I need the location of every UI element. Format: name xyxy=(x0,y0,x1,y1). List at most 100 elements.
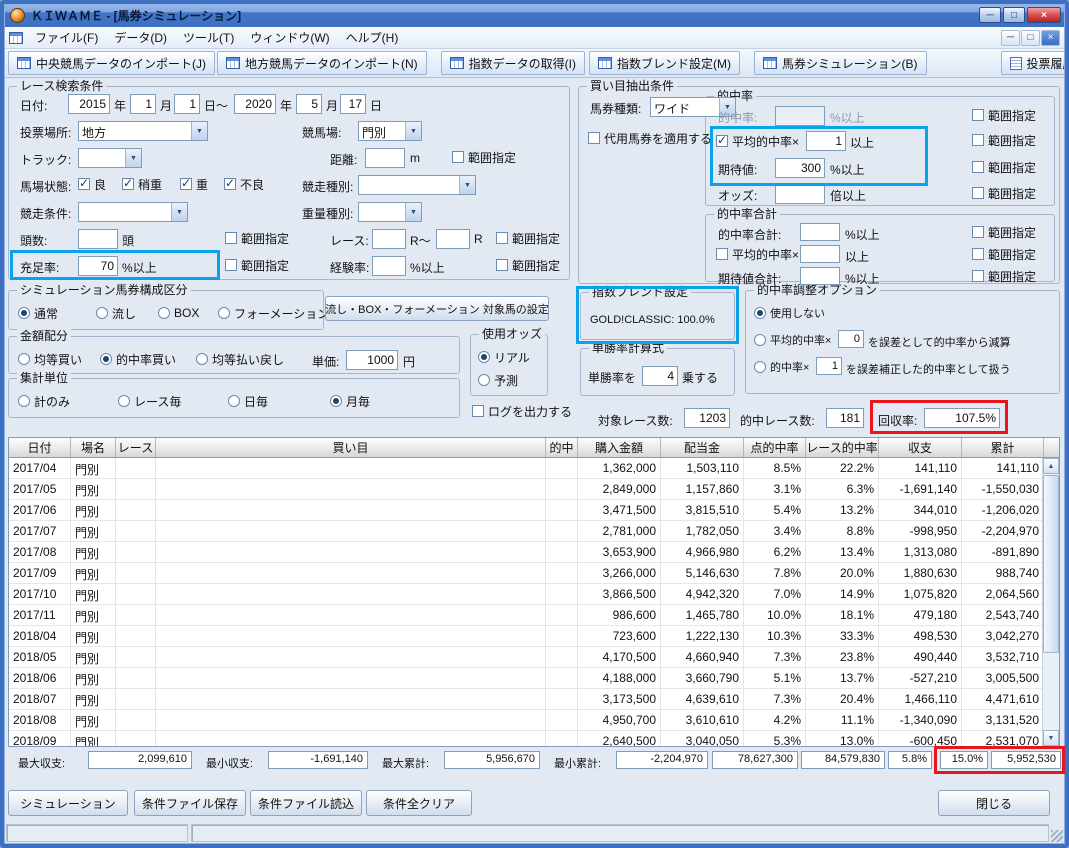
table-row[interactable]: 2018/08 門別 4,950,700 3,610,610 4.2% 11.1% -1,3… xyxy=(9,710,1042,731)
course-select[interactable]: 門別 ▼ xyxy=(358,121,422,141)
range-checkbox[interactable]: 範囲指定 xyxy=(972,160,1036,175)
odds-predict-radio[interactable]: 予測 xyxy=(478,373,518,388)
date-from-month-input[interactable]: 1 xyxy=(130,94,156,114)
save-conditions-button[interactable]: 条件ファイル保存 xyxy=(134,790,246,816)
target-horse-settings-button[interactable]: 流し・BOX・フォーメーション 対象馬の設定 xyxy=(325,296,549,321)
column-header[interactable]: 累計 xyxy=(962,438,1044,457)
clear-conditions-button[interactable]: 条件全クリア xyxy=(366,790,472,816)
adjust-none-radio[interactable]: 使用しない xyxy=(754,306,825,320)
range-checkbox[interactable]: 範囲指定 xyxy=(972,133,1036,148)
close-button[interactable]: × xyxy=(1027,7,1061,23)
menu-window[interactable]: ウィンドウ(W) xyxy=(242,26,337,49)
load-conditions-button[interactable]: 条件ファイル読込 xyxy=(250,790,362,816)
adjust-correct-input[interactable]: 1 xyxy=(816,357,842,375)
unit-price-input[interactable]: 1000 xyxy=(346,350,398,370)
chevron-down-icon[interactable]: ▼ xyxy=(125,149,141,167)
menu-data[interactable]: データ(D) xyxy=(106,26,175,49)
toolbar-get-index-button[interactable]: 指数データの取得(I) xyxy=(440,51,585,75)
hit-total-input[interactable] xyxy=(800,223,840,241)
adjust-correct-radio[interactable]: 的中率× xyxy=(754,360,809,374)
adjust-subtract-radio[interactable]: 平均的中率× xyxy=(754,333,831,347)
menu-file[interactable]: ファイル(F) xyxy=(27,26,106,49)
range-checkbox[interactable]: 範囲指定 xyxy=(972,186,1036,201)
date-from-year-input[interactable]: 2015 xyxy=(68,94,110,114)
range-checkbox[interactable]: 範囲指定 xyxy=(225,231,289,246)
column-header[interactable]: 収支 xyxy=(879,438,962,457)
table-row[interactable]: 2017/05 門別 2,849,000 1,157,860 3.1% 6.3% -1,69… xyxy=(9,479,1042,500)
table-row[interactable]: 2017/08 門別 3,653,900 4,966,980 6.2% 13.4% 1,31… xyxy=(9,542,1042,563)
amount-equal-radio[interactable]: 均等買い xyxy=(18,352,82,367)
table-row[interactable]: 2018/09 門別 2,640,500 3,040,050 5.3% 13.0% -600… xyxy=(9,731,1042,746)
avg-hit-rate-checkbox[interactable]: 平均的中率× xyxy=(716,133,799,149)
chevron-down-icon[interactable]: ▼ xyxy=(171,203,187,221)
track-select[interactable]: ▼ xyxy=(78,148,142,168)
place-select[interactable]: 地方 ▼ xyxy=(78,121,208,141)
column-header[interactable]: 買い目 xyxy=(156,438,546,457)
toolbar-blend-settings-button[interactable]: 指数ブレンド設定(M) xyxy=(589,51,740,75)
column-header[interactable]: レース xyxy=(116,438,156,457)
range-checkbox[interactable]: 範囲指定 xyxy=(972,108,1036,123)
range-checkbox[interactable]: 範囲指定 xyxy=(972,247,1036,262)
range-checkbox[interactable]: 範囲指定 xyxy=(452,150,516,165)
date-to-year-input[interactable]: 2020 xyxy=(234,94,276,114)
mdi-minimize-button[interactable]: ─ xyxy=(1001,29,1020,46)
sim-nagashi-radio[interactable]: 流し xyxy=(96,306,136,321)
avg-hit-total-checkbox[interactable]: 平均的中率× xyxy=(716,247,799,262)
surface-soft-checkbox[interactable]: 重 xyxy=(180,176,208,192)
column-header[interactable]: 場名 xyxy=(71,438,116,457)
surface-good-checkbox[interactable]: 良 xyxy=(78,176,106,192)
range-checkbox[interactable]: 範囲指定 xyxy=(496,231,560,246)
agg-per-day-radio[interactable]: 日毎 xyxy=(228,394,268,409)
table-row[interactable]: 2018/06 門別 4,188,000 3,660,790 5.1% 13.7% -527… xyxy=(9,668,1042,689)
column-header[interactable]: 購入金額 xyxy=(578,438,661,457)
table-row[interactable]: 2017/11 門別 986,600 1,465,780 10.0% 18.1% 479,1… xyxy=(9,605,1042,626)
toolbar-import-central-button[interactable]: 中央競馬データのインポート(J) xyxy=(8,51,215,75)
sim-box-radio[interactable]: BOX xyxy=(158,306,199,320)
chevron-down-icon[interactable]: ▼ xyxy=(191,122,207,140)
surface-heavy-checkbox[interactable]: 不良 xyxy=(224,176,264,192)
amount-hit-rate-radio[interactable]: 的中率買い xyxy=(100,352,176,367)
restore-button[interactable]: □ xyxy=(1003,7,1025,23)
range-checkbox[interactable]: 範囲指定 xyxy=(972,269,1036,284)
scrollbar-thumb[interactable] xyxy=(1043,475,1059,653)
substitute-ticket-checkbox[interactable]: 代用馬券を適用する xyxy=(588,131,712,146)
column-header[interactable]: 点的中率 xyxy=(744,438,806,457)
fill-rate-input[interactable]: 70 xyxy=(78,256,118,276)
table-row[interactable]: 2017/09 門別 3,266,000 5,146,630 7.8% 20.0% 1,88… xyxy=(9,563,1042,584)
avg-hit-rate-input[interactable]: 1 xyxy=(806,131,846,151)
date-to-month-input[interactable]: 5 xyxy=(296,94,322,114)
odds-real-radio[interactable]: リアル xyxy=(478,350,530,365)
simulation-button[interactable]: シミュレーション xyxy=(8,790,128,816)
race-type-select[interactable]: ▼ xyxy=(358,175,476,195)
chevron-down-icon[interactable]: ▼ xyxy=(459,176,475,194)
avg-hit-total-input[interactable] xyxy=(800,245,840,263)
distance-input[interactable] xyxy=(365,148,405,168)
exp-rate-input[interactable] xyxy=(372,256,406,276)
win-calc-input[interactable]: 4 xyxy=(642,366,678,386)
scroll-down-icon[interactable]: ▼ xyxy=(1043,730,1059,746)
race-cond-select[interactable]: ▼ xyxy=(78,202,188,222)
amount-equal-payout-radio[interactable]: 均等払い戻し xyxy=(196,352,284,367)
date-to-day-input[interactable]: 17 xyxy=(340,94,366,114)
heads-input[interactable] xyxy=(78,229,118,249)
range-checkbox[interactable]: 範囲指定 xyxy=(496,258,560,273)
toolbar-import-local-button[interactable]: 地方競馬データのインポート(N) xyxy=(217,51,427,75)
minimize-button[interactable]: ─ xyxy=(979,7,1001,23)
odds-input[interactable] xyxy=(775,184,825,204)
toolbar-simulation-button[interactable]: 馬券シミュレーション(B) xyxy=(754,51,927,75)
expectation-input[interactable]: 300 xyxy=(775,158,825,178)
table-row[interactable]: 2018/07 門別 3,173,500 4,639,610 7.3% 20.4% 1,46… xyxy=(9,689,1042,710)
column-header[interactable]: 的中 xyxy=(546,438,578,457)
chevron-down-icon[interactable]: ▼ xyxy=(405,122,421,140)
output-log-checkbox[interactable]: ログを出力する xyxy=(472,404,572,419)
adjust-subtract-input[interactable]: 0 xyxy=(838,330,864,348)
menu-tools[interactable]: ツール(T) xyxy=(175,26,242,49)
vertical-scrollbar[interactable]: ▲ ▼ xyxy=(1042,458,1059,746)
resize-grip-icon[interactable] xyxy=(1051,830,1063,842)
race-no-from-input[interactable] xyxy=(372,229,406,249)
surface-yielding-checkbox[interactable]: 稍重 xyxy=(122,176,162,192)
chevron-down-icon[interactable]: ▼ xyxy=(405,203,421,221)
weight-type-select[interactable]: ▼ xyxy=(358,202,422,222)
table-row[interactable]: 2017/04 門別 1,362,000 1,503,110 8.5% 22.2% 141,… xyxy=(9,458,1042,479)
table-row[interactable]: 2018/05 門別 4,170,500 4,660,940 7.3% 23.8% 490,… xyxy=(9,647,1042,668)
